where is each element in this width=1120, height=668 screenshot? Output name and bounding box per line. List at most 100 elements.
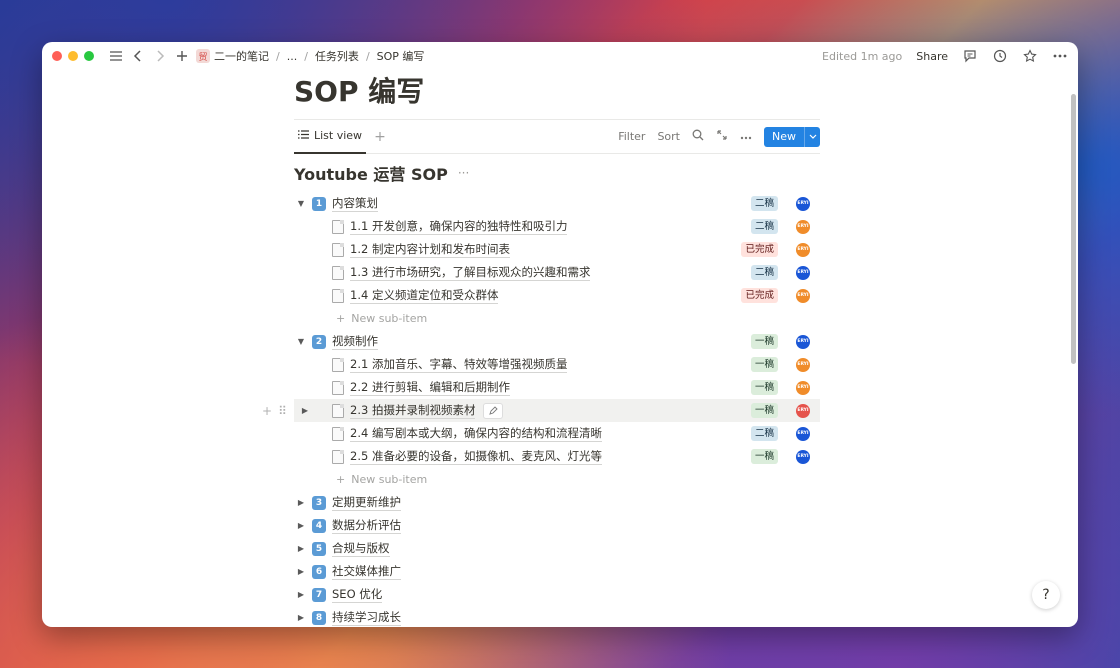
add-view-plus-icon[interactable]: + bbox=[374, 129, 386, 145]
back-arrow-icon[interactable] bbox=[130, 48, 146, 64]
avatar: ERYI bbox=[796, 196, 810, 211]
share-button[interactable]: Share bbox=[916, 50, 948, 63]
scrollbar-thumb[interactable] bbox=[1071, 94, 1076, 364]
item-label[interactable]: 1.4 定义频道定位和受众群体 bbox=[350, 288, 499, 304]
item-label[interactable]: 2.1 添加音乐、字幕、特效等增强视频质量 bbox=[350, 357, 568, 373]
group-label[interactable]: 社交媒体推广 bbox=[332, 564, 401, 580]
drag-handle-icon[interactable]: ⠿ bbox=[278, 404, 287, 418]
group-row[interactable]: ▶ 3 定期更新维护 bbox=[294, 491, 820, 514]
help-button[interactable]: ? bbox=[1032, 581, 1060, 609]
new-sub-item-button[interactable]: + New sub-item bbox=[294, 468, 820, 491]
group-label[interactable]: 持续学习成长 bbox=[332, 610, 401, 626]
caret-right-icon[interactable]: ▶ bbox=[294, 613, 308, 622]
caret-right-icon[interactable]: ▶ bbox=[294, 590, 308, 599]
page-document-icon bbox=[332, 426, 344, 441]
new-page-plus-icon[interactable] bbox=[174, 48, 190, 64]
add-row-plus-icon[interactable]: + bbox=[262, 404, 272, 418]
status-badge: 一稿 bbox=[750, 380, 778, 395]
breadcrumb-separator: / bbox=[304, 49, 308, 63]
comment-icon[interactable] bbox=[962, 48, 978, 64]
group-row[interactable]: ▶ 7 SEO 优化 bbox=[294, 583, 820, 606]
avatar: ERYI bbox=[796, 449, 810, 464]
caret-down-icon[interactable]: ▼ bbox=[294, 199, 308, 208]
group-label[interactable]: 内容策划 bbox=[332, 196, 378, 212]
new-item-button[interactable]: New bbox=[764, 126, 820, 147]
item-label[interactable]: 1.2 制定内容计划和发布时间表 bbox=[350, 242, 510, 258]
group-row[interactable]: ▶ 6 社交媒体推广 bbox=[294, 560, 820, 583]
list-item[interactable]: 2.2 进行剪辑、编辑和后期制作 一稿 ERYI bbox=[294, 376, 820, 399]
group-label[interactable]: SEO 优化 bbox=[332, 587, 383, 603]
breadcrumb-item-notes[interactable]: 二一的笔记 bbox=[214, 48, 269, 64]
breadcrumb-item-task-list[interactable]: 任务列表 bbox=[315, 48, 359, 64]
group-row[interactable]: ▶ 8 持续学习成长 bbox=[294, 606, 820, 627]
database-title: Youtube 运营 SOP ··· bbox=[294, 154, 820, 192]
search-icon[interactable] bbox=[692, 129, 704, 144]
group-label[interactable]: 定期更新维护 bbox=[332, 495, 401, 511]
number-emoji-icon: 4 bbox=[312, 518, 326, 533]
status-badge: 二稿 bbox=[750, 426, 778, 441]
edit-pencil-icon[interactable] bbox=[483, 402, 504, 419]
list-item[interactable]: 2.1 添加音乐、字幕、特效等增强视频质量 一稿 ERYI bbox=[294, 353, 820, 376]
item-label[interactable]: 2.3 拍摄并录制视频素材 bbox=[350, 403, 476, 419]
close-window-button[interactable] bbox=[52, 51, 62, 61]
item-label[interactable]: 1.3 进行市场研究，了解目标观众的兴趣和需求 bbox=[350, 265, 591, 281]
sort-button[interactable]: Sort bbox=[657, 130, 680, 143]
page-title[interactable]: SOP 编写 bbox=[294, 70, 820, 116]
status-badge: 一稿 bbox=[750, 449, 778, 464]
item-label[interactable]: 2.5 准备必要的设备，如摄像机、麦克风、灯光等 bbox=[350, 449, 602, 465]
list-item[interactable]: 2.4 编写剧本或大纲，确保内容的结构和流程清晰 二稿 ERYI bbox=[294, 422, 820, 445]
list-item[interactable]: 1.4 定义频道定位和受众群体 已完成 ERYI bbox=[294, 284, 820, 307]
view-more-options-icon[interactable] bbox=[740, 130, 752, 143]
group-label[interactable]: 数据分析评估 bbox=[332, 518, 401, 534]
database-title-text[interactable]: Youtube 运营 SOP bbox=[294, 161, 448, 185]
view-tools: Filter Sort New bbox=[618, 126, 820, 147]
list-item[interactable]: 1.3 进行市场研究，了解目标观众的兴趣和需求 二稿 ERYI bbox=[294, 261, 820, 284]
group-row[interactable]: ▶ 4 数据分析评估 bbox=[294, 514, 820, 537]
status-badge: 已完成 bbox=[741, 288, 778, 303]
caret-down-icon[interactable]: ▼ bbox=[294, 337, 308, 346]
list-item[interactable]: 1.2 制定内容计划和发布时间表 已完成 ERYI bbox=[294, 238, 820, 261]
caret-right-icon[interactable]: ▶ bbox=[298, 406, 312, 415]
scrollbar[interactable] bbox=[1070, 94, 1078, 364]
favorite-star-icon[interactable] bbox=[1022, 48, 1038, 64]
new-sub-item-label: New sub-item bbox=[351, 473, 428, 486]
forward-arrow-icon[interactable] bbox=[152, 48, 168, 64]
caret-right-icon[interactable]: ▶ bbox=[294, 567, 308, 576]
workspace-icon: 贸 bbox=[196, 49, 210, 63]
group-label[interactable]: 视频制作 bbox=[332, 334, 378, 350]
page-document-icon bbox=[332, 219, 344, 234]
caret-right-icon[interactable]: ▶ bbox=[294, 521, 308, 530]
breadcrumb-item-ellipsis[interactable]: ... bbox=[287, 50, 298, 63]
caret-right-icon[interactable]: ▶ bbox=[294, 544, 308, 553]
group-row[interactable]: ▶ 5 合规与版权 bbox=[294, 537, 820, 560]
avatar: ERYI bbox=[796, 265, 810, 280]
page-document-icon bbox=[332, 357, 344, 372]
list-item[interactable]: 1.1 开发创意，确保内容的独特性和吸引力 二稿 ERYI bbox=[294, 215, 820, 238]
zoom-window-button[interactable] bbox=[84, 51, 94, 61]
database-more-icon[interactable]: ··· bbox=[458, 166, 469, 180]
tab-list-view[interactable]: List view bbox=[294, 120, 367, 154]
sidebar-menu-icon[interactable] bbox=[108, 48, 124, 64]
breadcrumb-separator: / bbox=[365, 49, 370, 63]
list-item[interactable]: 2.5 准备必要的设备，如摄像机、麦克风、灯光等 一稿 ERYI bbox=[294, 445, 820, 468]
new-sub-item-button[interactable]: + New sub-item bbox=[294, 307, 820, 330]
group-row[interactable]: ▼ 1 内容策划 二稿 ERYI bbox=[294, 192, 820, 215]
caret-right-icon[interactable]: ▶ bbox=[294, 498, 308, 507]
breadcrumb-item-current[interactable]: SOP 编写 bbox=[377, 48, 425, 64]
list-item[interactable]: + ⠿ ▶ 2.3 拍摄并录制视频素材 一稿 ERYI bbox=[262, 399, 820, 422]
minimize-window-button[interactable] bbox=[68, 51, 78, 61]
new-button-label: New bbox=[772, 130, 796, 143]
more-options-icon[interactable] bbox=[1052, 48, 1068, 64]
chevron-down-icon[interactable] bbox=[804, 126, 820, 147]
item-label[interactable]: 1.1 开发创意，确保内容的独特性和吸引力 bbox=[350, 219, 568, 235]
filter-button[interactable]: Filter bbox=[618, 130, 645, 143]
expand-arrows-icon[interactable] bbox=[716, 129, 728, 144]
item-label[interactable]: 2.4 编写剧本或大纲，确保内容的结构和流程清晰 bbox=[350, 426, 602, 442]
group-label[interactable]: 合规与版权 bbox=[332, 541, 390, 557]
list-view-icon bbox=[298, 129, 309, 142]
item-label[interactable]: 2.2 进行剪辑、编辑和后期制作 bbox=[350, 380, 510, 396]
page-document-icon bbox=[332, 449, 344, 464]
database-view-bar: List view + Filter Sort New bbox=[294, 120, 820, 154]
history-clock-icon[interactable] bbox=[992, 48, 1008, 64]
group-row[interactable]: ▼ 2 视频制作 一稿 ERYI bbox=[294, 330, 820, 353]
